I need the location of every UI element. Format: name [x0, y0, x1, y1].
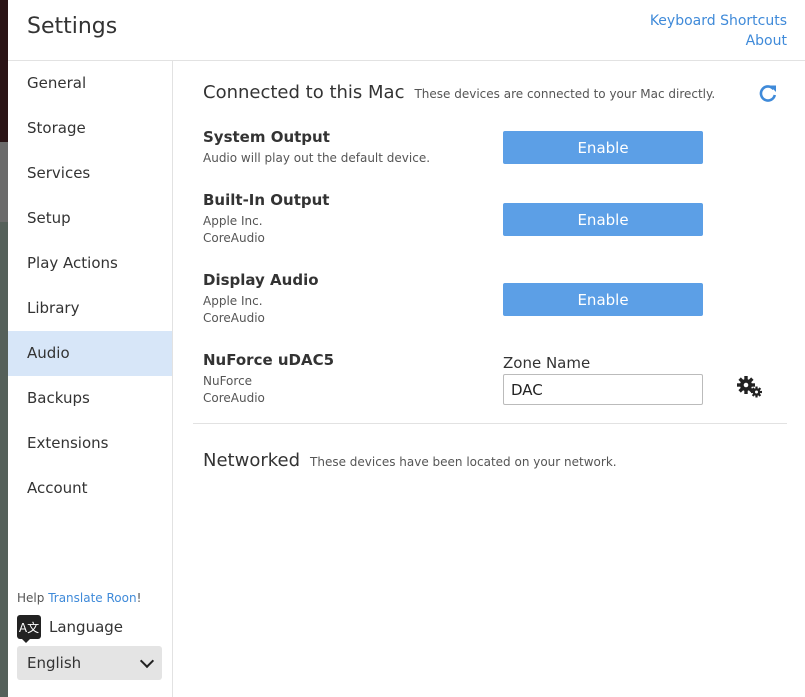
about-link[interactable]: About — [650, 31, 787, 51]
connected-title: Connected to this Mac — [203, 82, 405, 103]
sidebar-item-backups[interactable]: Backups — [8, 376, 172, 421]
translate-roon-link[interactable]: Translate Roon — [48, 591, 136, 605]
gear-icon[interactable] — [736, 375, 764, 399]
sidebar-item-audio[interactable]: Audio — [8, 331, 172, 376]
dialog-title: Settings — [27, 14, 118, 39]
sidebar-item-services[interactable]: Services — [8, 151, 172, 196]
device-name: Built-In Output — [203, 191, 330, 209]
device-manufacturer: Apple Inc. — [203, 294, 263, 308]
enable-system-output-button[interactable]: Enable — [503, 131, 703, 164]
header-links: Keyboard Shortcuts About — [650, 11, 787, 51]
networked-description: These devices have been located on your … — [310, 455, 617, 469]
settings-dialog: Settings Keyboard Shortcuts About Genera… — [8, 0, 805, 697]
device-driver: CoreAudio — [203, 311, 265, 325]
networked-section-header: Networked These devices have been locate… — [203, 450, 617, 471]
language-icon: A文 — [17, 615, 41, 643]
sidebar-item-account[interactable]: Account — [8, 466, 172, 511]
chevron-down-icon — [139, 653, 155, 668]
dialog-header: Settings Keyboard Shortcuts About — [8, 0, 805, 61]
device-detail: Audio will play out the default device. — [203, 151, 431, 165]
settings-sidebar: General Storage Services Setup Play Acti… — [8, 61, 173, 697]
language-row: A文 Language — [17, 615, 124, 643]
device-name: NuForce uDAC5 — [203, 351, 335, 369]
device-driver: CoreAudio — [203, 231, 265, 245]
sidebar-item-extensions[interactable]: Extensions — [8, 421, 172, 466]
sidebar-item-general[interactable]: General — [8, 61, 172, 106]
device-manufacturer: NuForce — [203, 374, 253, 388]
device-nuforce-udac5: NuForce uDAC5 NuForce CoreAudio — [203, 351, 334, 407]
help-suffix: ! — [136, 591, 142, 605]
device-built-in-output: Built-In Output Apple Inc. CoreAudio — [203, 191, 329, 247]
sidebar-item-play-actions[interactable]: Play Actions — [8, 241, 172, 286]
language-select[interactable]: English — [17, 646, 162, 680]
audio-settings-panel: Connected to this Mac These devices are … — [173, 61, 805, 697]
zone-name-input[interactable] — [503, 374, 703, 405]
connected-section-header: Connected to this Mac These devices are … — [203, 82, 715, 103]
language-label: Language — [49, 618, 124, 636]
device-name: Display Audio — [203, 271, 319, 289]
device-system-output: System Output Audio will play out the de… — [203, 128, 430, 167]
device-display-audio: Display Audio Apple Inc. CoreAudio — [203, 271, 319, 327]
help-translate: Help Translate Roon! — [17, 591, 141, 605]
language-value: English — [27, 654, 82, 672]
device-driver: CoreAudio — [203, 391, 265, 405]
section-divider — [193, 423, 787, 424]
networked-title: Networked — [203, 450, 301, 471]
refresh-icon[interactable] — [758, 83, 778, 103]
help-prefix: Help — [17, 591, 45, 605]
device-name: System Output — [203, 128, 330, 146]
keyboard-shortcuts-link[interactable]: Keyboard Shortcuts — [650, 11, 787, 31]
sidebar-item-library[interactable]: Library — [8, 286, 172, 331]
device-manufacturer: Apple Inc. — [203, 214, 263, 228]
enable-built-in-output-button[interactable]: Enable — [503, 203, 703, 236]
connected-description: These devices are connected to your Mac … — [414, 87, 716, 101]
sidebar-item-setup[interactable]: Setup — [8, 196, 172, 241]
zone-name-label: Zone Name — [503, 354, 591, 372]
background-app-edge — [0, 0, 8, 697]
sidebar-item-storage[interactable]: Storage — [8, 106, 172, 151]
enable-display-audio-button[interactable]: Enable — [503, 283, 703, 316]
